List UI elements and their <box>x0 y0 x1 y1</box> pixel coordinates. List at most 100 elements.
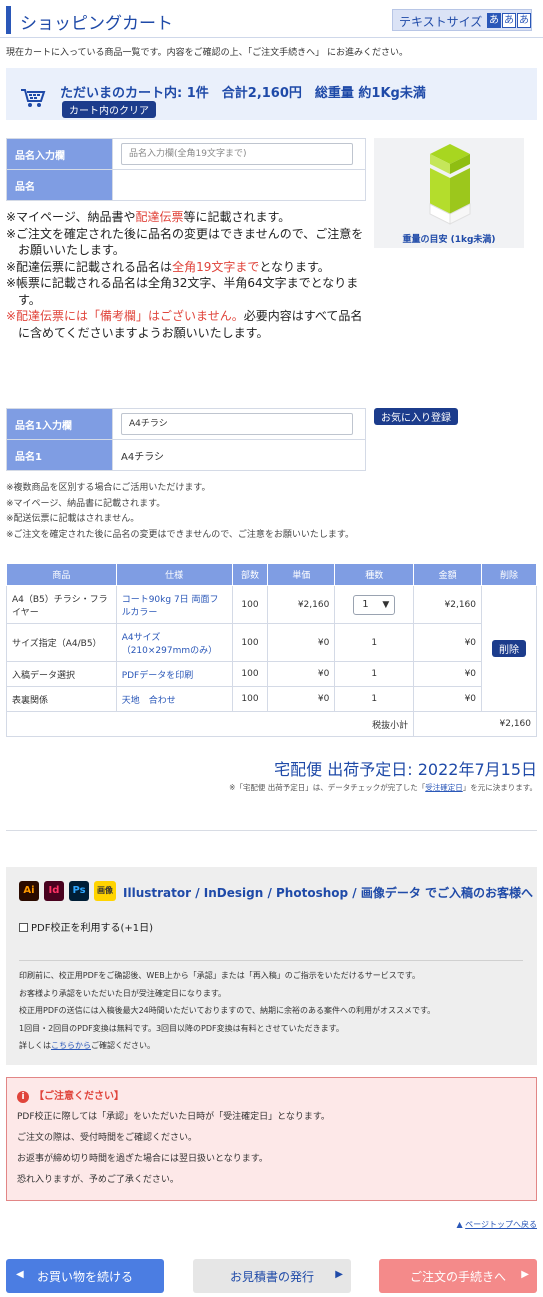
divider <box>6 830 537 831</box>
kinds-cell: 1 <box>334 661 415 687</box>
qty-cell: 100 <box>231 585 269 624</box>
arrow-left-icon: ◀ <box>16 1269 24 1280</box>
name-value <box>112 169 366 201</box>
note-line: ※ご注文を確定された後に品名の変更はできませんので、ご注意をお願いいたします。 <box>6 226 364 258</box>
issue-quote-button[interactable]: お見積書の発行 ▶ <box>193 1259 351 1293</box>
table-row: 入稿データ選択 PDFデータを印刷 100 ¥0 1 ¥0 <box>6 661 537 687</box>
text-size-control: テキストサイズ あ あ あ <box>392 9 532 31</box>
unit-price-cell: ¥0 <box>267 686 336 712</box>
favorite-button[interactable]: お気に入り登録 <box>374 408 458 425</box>
qty-cell: 100 <box>231 686 269 712</box>
cart-icon <box>21 89 46 107</box>
table-row: 表裏関係 天地 合わせ 100 ¥0 1 ¥0 <box>6 686 537 712</box>
unit-price-cell: ¥2,160 <box>267 585 336 624</box>
triangle-up-icon: ▲ <box>456 1220 466 1229</box>
note-line: ※帳票に記載される品名は全角32文字、半角64文字までとなります。 <box>6 276 359 307</box>
col-header: 単価 <box>267 563 336 586</box>
arrow-right-icon: ▶ <box>335 1269 343 1280</box>
text-size-small-button[interactable]: あ <box>487 13 501 28</box>
delete-button[interactable]: 削除 <box>492 640 526 657</box>
col-header: 金額 <box>413 563 483 586</box>
divider <box>19 960 523 961</box>
desc-line: お客様より承認をいただいた日が受注確定日になります。 <box>19 988 227 998</box>
kinds-cell: 1 <box>334 686 415 712</box>
warning-line: 恐れ入りますが、予めご了承ください。 <box>17 1175 179 1185</box>
col-header: 削除 <box>481 563 537 586</box>
item-name-form: 品名1入力欄 A4チラシ 品名1 A4チラシ <box>6 408 366 471</box>
weight-indicator: 重量の目安 (1kg未満) <box>374 138 524 248</box>
image-icon: 画像 <box>94 881 116 901</box>
note-line: ※複数商品を区別する場合にご活用いただけます。 <box>6 483 211 493</box>
desc-line: 詳しくはこちらからご確認ください。 <box>19 1041 155 1050</box>
photoshop-icon: Ps <box>69 881 89 901</box>
intro-text: 現在カートに入っている商品一覧です。内容をご確認の上、「ご注文手続きへ」 にお進… <box>6 48 409 58</box>
product-cell: 表裏関係 <box>6 686 117 712</box>
item-name-input[interactable]: A4チラシ <box>121 413 353 435</box>
name-label: 品名 <box>6 169 113 201</box>
pdf-proof-section: Ai Id Ps 画像 Illustrator / InDesign / Pho… <box>6 867 537 1065</box>
shipping-date: 宅配便 出荷予定日: 2022年7月15日 <box>274 760 537 779</box>
note-line: ※マイページ、納品書や配達伝票等に記載されます。 <box>6 210 291 224</box>
col-header: 商品 <box>6 563 117 586</box>
box-icon <box>429 144 471 225</box>
table-row: サイズ指定（A4/B5） A4サイズ（210×297mmのみ） 100 ¥0 1… <box>6 623 537 662</box>
warning-title: i 【ご注意ください】 <box>17 1087 124 1103</box>
qty-cell: 100 <box>231 661 269 687</box>
note-line: ※配達伝票には「備考欄」はございません。必要内容はすべて品名に含めてくださいます… <box>6 309 363 340</box>
shipping-note: ※「宅配便 出荷予定日」は、データチェックが完了した「受注確定日」を元に決まりま… <box>229 783 537 792</box>
subtotal-value: ¥2,160 <box>413 711 537 737</box>
pdf-description: 印刷前に、校正用PDFをご确認後、WEB上から「承認」または「再入稿」のご指示を… <box>19 967 435 1055</box>
note-line: ※ご注文を確定された後に品名の変更はできませんので、ご注意をお願いいたします。 <box>6 529 355 540</box>
pdf-section-heading: Illustrator / InDesign / Photoshop / 画像デ… <box>123 886 533 900</box>
text-size-medium-button[interactable]: あ <box>502 13 516 28</box>
warning-line: ご注文の際は、受付時間をご確認ください。 <box>17 1133 198 1143</box>
product-name-input[interactable]: 品名入力欄(全角19文字まで) <box>121 143 353 165</box>
clear-cart-button[interactable]: カート内のクリア <box>62 101 156 118</box>
checkbox-icon[interactable] <box>19 923 28 932</box>
pdf-proof-checkbox[interactable]: PDF校正を利用する(+1日) <box>19 919 153 934</box>
cart-table: 商品 仕様 部数 単価 種数 金額 削除 A4（B5）チラシ・フライヤー コート… <box>5 563 537 737</box>
header-accent-bar <box>6 6 11 34</box>
amount-cell: ¥2,160 <box>413 585 483 624</box>
amount-cell: ¥0 <box>413 623 483 662</box>
note-line: ※配達伝票に記載される品名は全角19文字までとなります。 <box>6 259 330 274</box>
spec-link[interactable]: コート90kg 7日 両面フルカラー <box>115 585 233 624</box>
details-link[interactable]: こちらから <box>51 1041 91 1050</box>
chevron-down-icon: ▼ <box>382 599 390 610</box>
text-size-large-button[interactable]: あ <box>517 13 531 28</box>
amount-cell: ¥0 <box>413 686 483 712</box>
desc-line: 校正用PDFの送信には入稿後最大24時間いただいておりますので、納期に余裕のある… <box>19 1006 436 1015</box>
item-notes: ※複数商品を区別する場合にご活用いただけます。 ※マイページ、納品書に記載されま… <box>6 481 354 543</box>
text-size-label: テキストサイズ <box>399 15 483 29</box>
cart-summary-box: ただいまのカート内: 1件 合計2,160円 総重量 約1Kg未満 カート内のク… <box>6 68 537 120</box>
amount-cell: ¥0 <box>413 661 483 687</box>
proceed-to-order-button[interactable]: ご注文の手続きへ ▶ <box>379 1259 537 1293</box>
indesign-icon: Id <box>44 881 64 901</box>
order-confirm-date-link[interactable]: 受注確定日 <box>425 783 463 792</box>
desc-line: 1回目・2回目のPDF変換は無料です。3回目以降のPDF変換は有料とさせていただ… <box>19 1023 344 1033</box>
spec-link[interactable]: PDFデータを印刷 <box>115 661 233 687</box>
product-cell: A4（B5）チラシ・フライヤー <box>6 585 117 624</box>
warning-line: PDF校正に際しては「承認」をいただいた日時が「受注確定日」となります。 <box>17 1112 330 1122</box>
kinds-select[interactable]: 1 ▼ <box>353 594 396 615</box>
col-header: 部数 <box>231 563 269 586</box>
item-input-label: 品名1入力欄 <box>6 408 113 440</box>
weight-label: 重量の目安 (1kg未満) <box>402 235 496 245</box>
info-icon: i <box>17 1091 29 1103</box>
product-cell: 入稿データ選択 <box>6 661 117 687</box>
spec-link[interactable]: A4サイズ（210×297mmのみ） <box>115 623 233 662</box>
subtotal-row: 税抜小計 ¥2,160 <box>5 711 537 737</box>
name-input-label: 品名入力欄 <box>6 138 113 170</box>
spec-link[interactable]: 天地 合わせ <box>115 686 233 712</box>
col-header: 仕様 <box>115 563 233 586</box>
product-cell: サイズ指定（A4/B5） <box>6 623 117 662</box>
product-name-form: 品名入力欄 品名入力欄(全角19文字まで) 品名 <box>6 138 366 201</box>
warning-line: お返事が締め切り時間を過ぎた場合には翌日扱いとなります。 <box>17 1154 268 1164</box>
kinds-cell: 1 <box>334 623 415 662</box>
note-line: ※配送伝票に記載はされません。 <box>6 514 140 524</box>
subtotal-label: 税抜小計 <box>5 711 415 737</box>
unit-price-cell: ¥0 <box>267 623 336 662</box>
item-name-value: A4チラシ <box>112 439 366 471</box>
continue-shopping-button[interactable]: ◀ お買い物を続ける <box>6 1259 164 1293</box>
page-top-link[interactable]: ▲ ページトップへ戻る <box>456 1219 537 1230</box>
